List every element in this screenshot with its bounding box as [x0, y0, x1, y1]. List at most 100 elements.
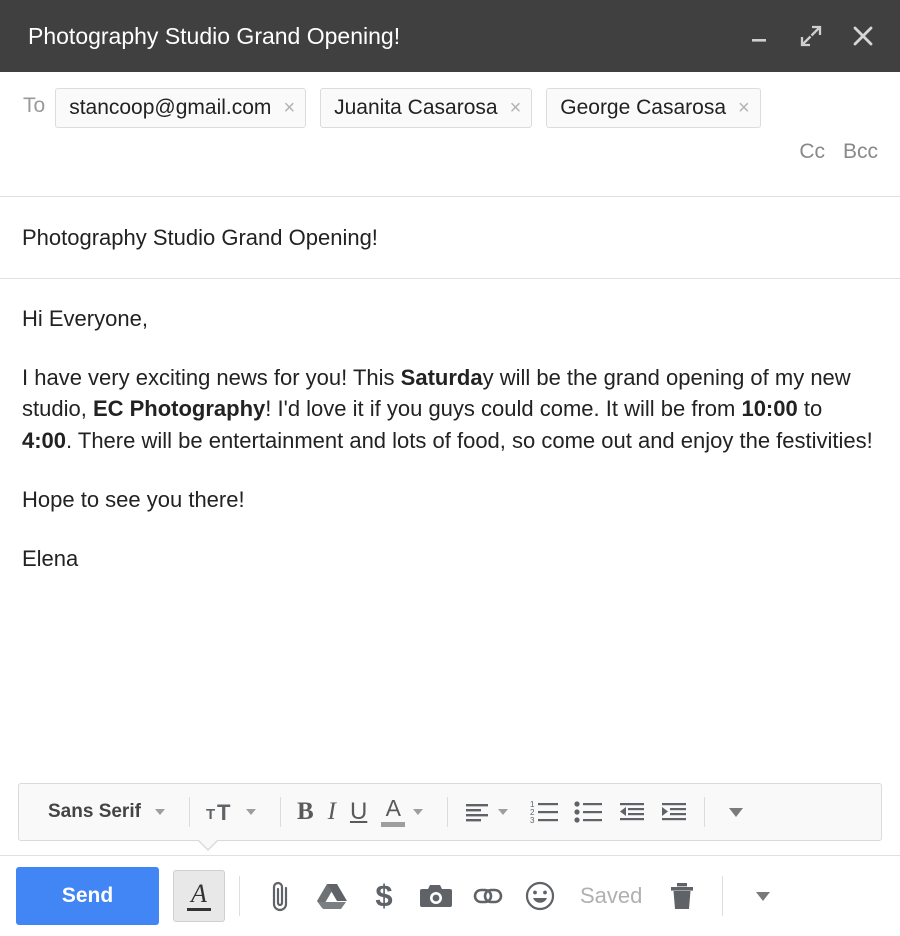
underline-icon: U: [350, 798, 367, 826]
body-bold-start-time: 10:00: [741, 396, 797, 421]
text-color-swatch: [381, 822, 405, 827]
remove-recipient-icon[interactable]: ×: [510, 98, 522, 118]
font-size-icon: T T: [206, 799, 238, 825]
align-left-icon: [464, 800, 490, 824]
bulleted-list-icon: [574, 799, 604, 825]
font-size-dropdown[interactable]: T T: [199, 790, 271, 834]
cc-bcc-links: Cc Bcc: [799, 140, 878, 164]
compose-window: Photography Studio Grand Opening!: [0, 0, 900, 936]
window-controls: [744, 21, 878, 51]
body-bold-end-time: 4:00: [22, 428, 66, 453]
recipient-chip[interactable]: stancoop@gmail.com ×: [55, 88, 306, 128]
insert-photo-button[interactable]: [410, 868, 462, 924]
camera-icon: [418, 882, 454, 910]
to-label: To: [18, 86, 55, 118]
bold-button[interactable]: B: [290, 790, 321, 834]
body-signature: Elena: [22, 543, 878, 574]
insert-money-button[interactable]: $: [358, 868, 410, 924]
attach-file-button[interactable]: [254, 868, 306, 924]
link-icon: [470, 885, 506, 907]
insert-emoji-button[interactable]: [514, 868, 566, 924]
body-text: I have very exciting news for you! This: [22, 365, 401, 390]
toolbar-divider: [280, 797, 281, 827]
paperclip-icon: [265, 879, 295, 913]
send-button[interactable]: Send: [16, 867, 159, 925]
save-status: Saved: [566, 883, 656, 909]
italic-button[interactable]: I: [321, 790, 343, 834]
format-options-underline: [187, 908, 211, 911]
body-greeting: Hi Everyone,: [22, 303, 878, 334]
subject-row[interactable]: Photography Studio Grand Opening!: [0, 197, 900, 279]
google-drive-icon: [315, 881, 349, 911]
window-title: Photography Studio Grand Opening!: [28, 23, 744, 50]
body-text: ! I'd love it if you guys could come. It…: [265, 396, 741, 421]
emoji-icon: [524, 880, 556, 912]
more-options-button[interactable]: [737, 868, 789, 924]
underline-button[interactable]: U: [343, 790, 374, 834]
recipient-chip[interactable]: Juanita Casarosa ×: [320, 88, 532, 128]
chevron-down-icon: [756, 892, 770, 901]
text-color-icon: A: [381, 797, 405, 827]
expand-icon: [799, 24, 823, 48]
recipient-chips: stancoop@gmail.com × Juanita Casarosa × …: [55, 86, 882, 128]
minimize-icon: [748, 25, 770, 47]
recipient-chip-label: Juanita Casarosa: [334, 96, 497, 120]
insert-link-button[interactable]: [462, 868, 514, 924]
discard-draft-button[interactable]: [656, 868, 708, 924]
svg-text:T: T: [206, 806, 215, 823]
insert-drive-button[interactable]: [306, 868, 358, 924]
action-divider: [722, 876, 723, 916]
decrease-indent-icon: [618, 800, 646, 824]
font-family-label: Sans Serif: [38, 801, 147, 823]
toolbar-divider: [447, 797, 448, 827]
body-bold-saturday: Saturda: [401, 365, 483, 390]
close-button[interactable]: [848, 21, 878, 51]
recipients-row[interactable]: To stancoop@gmail.com × Juanita Casarosa…: [0, 72, 900, 197]
title-bar: Photography Studio Grand Opening!: [0, 0, 900, 72]
body-paragraph: I have very exciting news for you! This …: [22, 362, 878, 456]
format-options-icon: A: [187, 881, 211, 911]
bulleted-list-button[interactable]: [567, 790, 611, 834]
close-icon: [851, 24, 875, 48]
toolbar-divider: [704, 797, 705, 827]
chevron-down-icon: [413, 809, 423, 815]
italic-icon: I: [328, 798, 336, 826]
recipient-chip-label: George Casarosa: [560, 96, 726, 120]
align-dropdown[interactable]: [457, 790, 523, 834]
action-bar: Send A $: [0, 855, 900, 936]
bold-icon: B: [297, 798, 314, 826]
message-body[interactable]: Hi Everyone, I have very exciting news f…: [0, 279, 900, 783]
chevron-down-icon: [155, 809, 165, 815]
increase-indent-button[interactable]: [653, 790, 695, 834]
text-color-letter: A: [386, 797, 401, 820]
chevron-down-icon: [729, 808, 743, 817]
minimize-button[interactable]: [744, 21, 774, 51]
more-format-options-button[interactable]: [714, 790, 758, 834]
chevron-down-icon: [498, 809, 508, 815]
numbered-list-icon: 1 2 3: [530, 799, 560, 825]
font-family-dropdown[interactable]: Sans Serif: [31, 790, 180, 834]
remove-recipient-icon[interactable]: ×: [738, 98, 750, 118]
dollar-icon: $: [375, 878, 392, 914]
subject-input[interactable]: Photography Studio Grand Opening!: [22, 225, 378, 251]
bcc-link[interactable]: Bcc: [843, 140, 878, 164]
body-text: to: [798, 396, 822, 421]
body-bold-studio-name: EC Photography: [93, 396, 265, 421]
recipient-chip-label: stancoop@gmail.com: [69, 96, 271, 120]
cc-link[interactable]: Cc: [799, 140, 825, 164]
svg-text:T: T: [217, 800, 231, 825]
body-closing: Hope to see you there!: [22, 484, 878, 515]
numbered-list-button[interactable]: 1 2 3: [523, 790, 567, 834]
format-toolbar-wrap: Sans Serif T T B I U: [0, 783, 900, 855]
decrease-indent-button[interactable]: [611, 790, 653, 834]
svg-text:3: 3: [530, 816, 535, 825]
text-color-dropdown[interactable]: A: [374, 790, 438, 834]
trash-icon: [668, 880, 696, 912]
formatting-options-toggle[interactable]: A: [173, 870, 225, 922]
remove-recipient-icon[interactable]: ×: [283, 98, 295, 118]
chevron-down-icon: [246, 809, 256, 815]
increase-indent-icon: [660, 800, 688, 824]
expand-button[interactable]: [796, 21, 826, 51]
toolbar-divider: [189, 797, 190, 827]
recipient-chip[interactable]: George Casarosa ×: [546, 88, 760, 128]
